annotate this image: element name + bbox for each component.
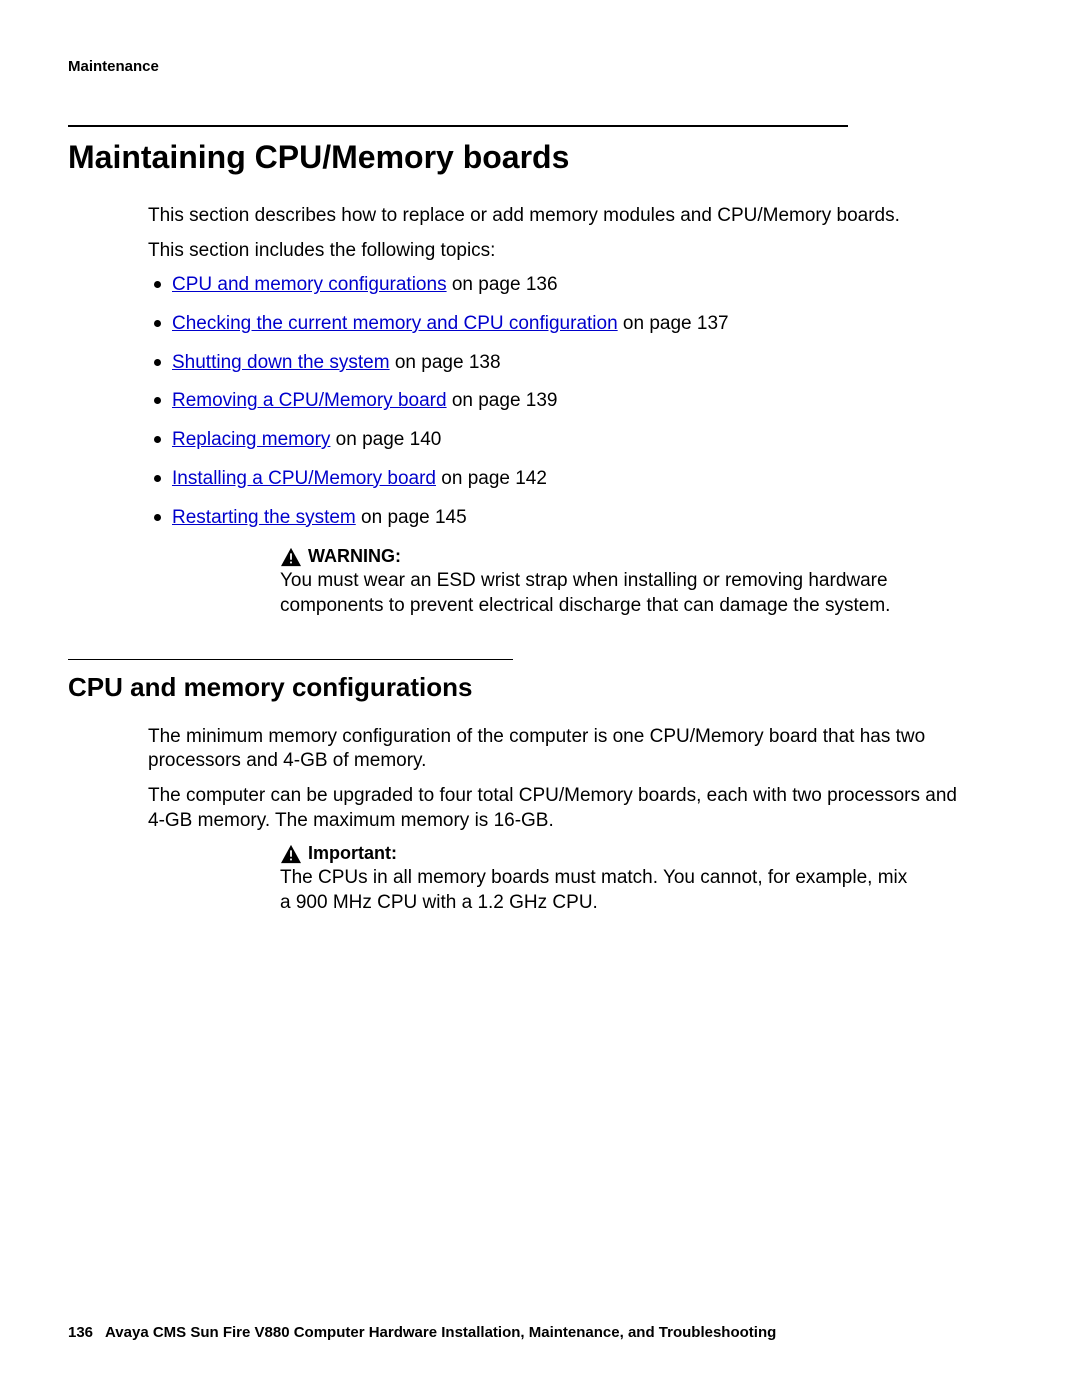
- xref-suffix: on page 138: [390, 352, 501, 373]
- topics-lead: This section includes the following topi…: [148, 239, 965, 264]
- important-text: The CPUs in all memory boards must match…: [280, 866, 920, 915]
- list-item: Removing a CPU/Memory board on page 139: [148, 389, 965, 414]
- xref-suffix: on page 136: [447, 274, 558, 295]
- xref-link[interactable]: Shutting down the system: [172, 352, 390, 373]
- body-paragraph: The minimum memory configuration of the …: [148, 725, 965, 774]
- subsection-title: CPU and memory configurations: [68, 672, 965, 703]
- xref-suffix: on page 137: [618, 313, 729, 334]
- subsection-rule: [68, 659, 513, 660]
- important-block: Important: The CPUs in all memory boards…: [280, 843, 965, 915]
- list-item: Checking the current memory and CPU conf…: [148, 312, 965, 337]
- warning-icon: [280, 547, 302, 567]
- xref-link[interactable]: Replacing memory: [172, 429, 330, 450]
- xref-suffix: on page 145: [356, 507, 467, 528]
- section-rule: [68, 125, 848, 127]
- list-item: Replacing memory on page 140: [148, 428, 965, 453]
- running-header: Maintenance: [68, 58, 965, 75]
- xref-link[interactable]: Removing a CPU/Memory board: [172, 390, 447, 411]
- page-footer: 136 Avaya CMS Sun Fire V880 Computer Hard…: [68, 1324, 776, 1341]
- xref-suffix: on page 142: [436, 468, 547, 489]
- xref-link[interactable]: Installing a CPU/Memory board: [172, 468, 436, 489]
- warning-label: WARNING:: [308, 546, 401, 567]
- warning-icon: [280, 844, 302, 864]
- list-item: Shutting down the system on page 138: [148, 351, 965, 376]
- important-label: Important:: [308, 843, 397, 864]
- footer-title: Avaya CMS Sun Fire V880 Computer Hardwar…: [105, 1324, 776, 1341]
- xref-link[interactable]: Checking the current memory and CPU conf…: [172, 313, 618, 334]
- page-number: 136: [68, 1324, 93, 1341]
- warning-block: WARNING: You must wear an ESD wrist stra…: [280, 546, 965, 618]
- xref-link[interactable]: CPU and memory configurations: [172, 274, 447, 295]
- page-title: Maintaining CPU/Memory boards: [68, 139, 965, 176]
- xref-suffix: on page 140: [330, 429, 441, 450]
- list-item: Restarting the system on page 145: [148, 506, 965, 531]
- topic-list: CPU and memory configurations on page 13…: [148, 273, 965, 530]
- list-item: CPU and memory configurations on page 13…: [148, 273, 965, 298]
- list-item: Installing a CPU/Memory board on page 14…: [148, 467, 965, 492]
- warning-text: You must wear an ESD wrist strap when in…: [280, 569, 920, 618]
- body-paragraph: The computer can be upgraded to four tot…: [148, 784, 965, 833]
- xref-link[interactable]: Restarting the system: [172, 507, 356, 528]
- xref-suffix: on page 139: [447, 390, 558, 411]
- intro-paragraph: This section describes how to replace or…: [148, 204, 965, 229]
